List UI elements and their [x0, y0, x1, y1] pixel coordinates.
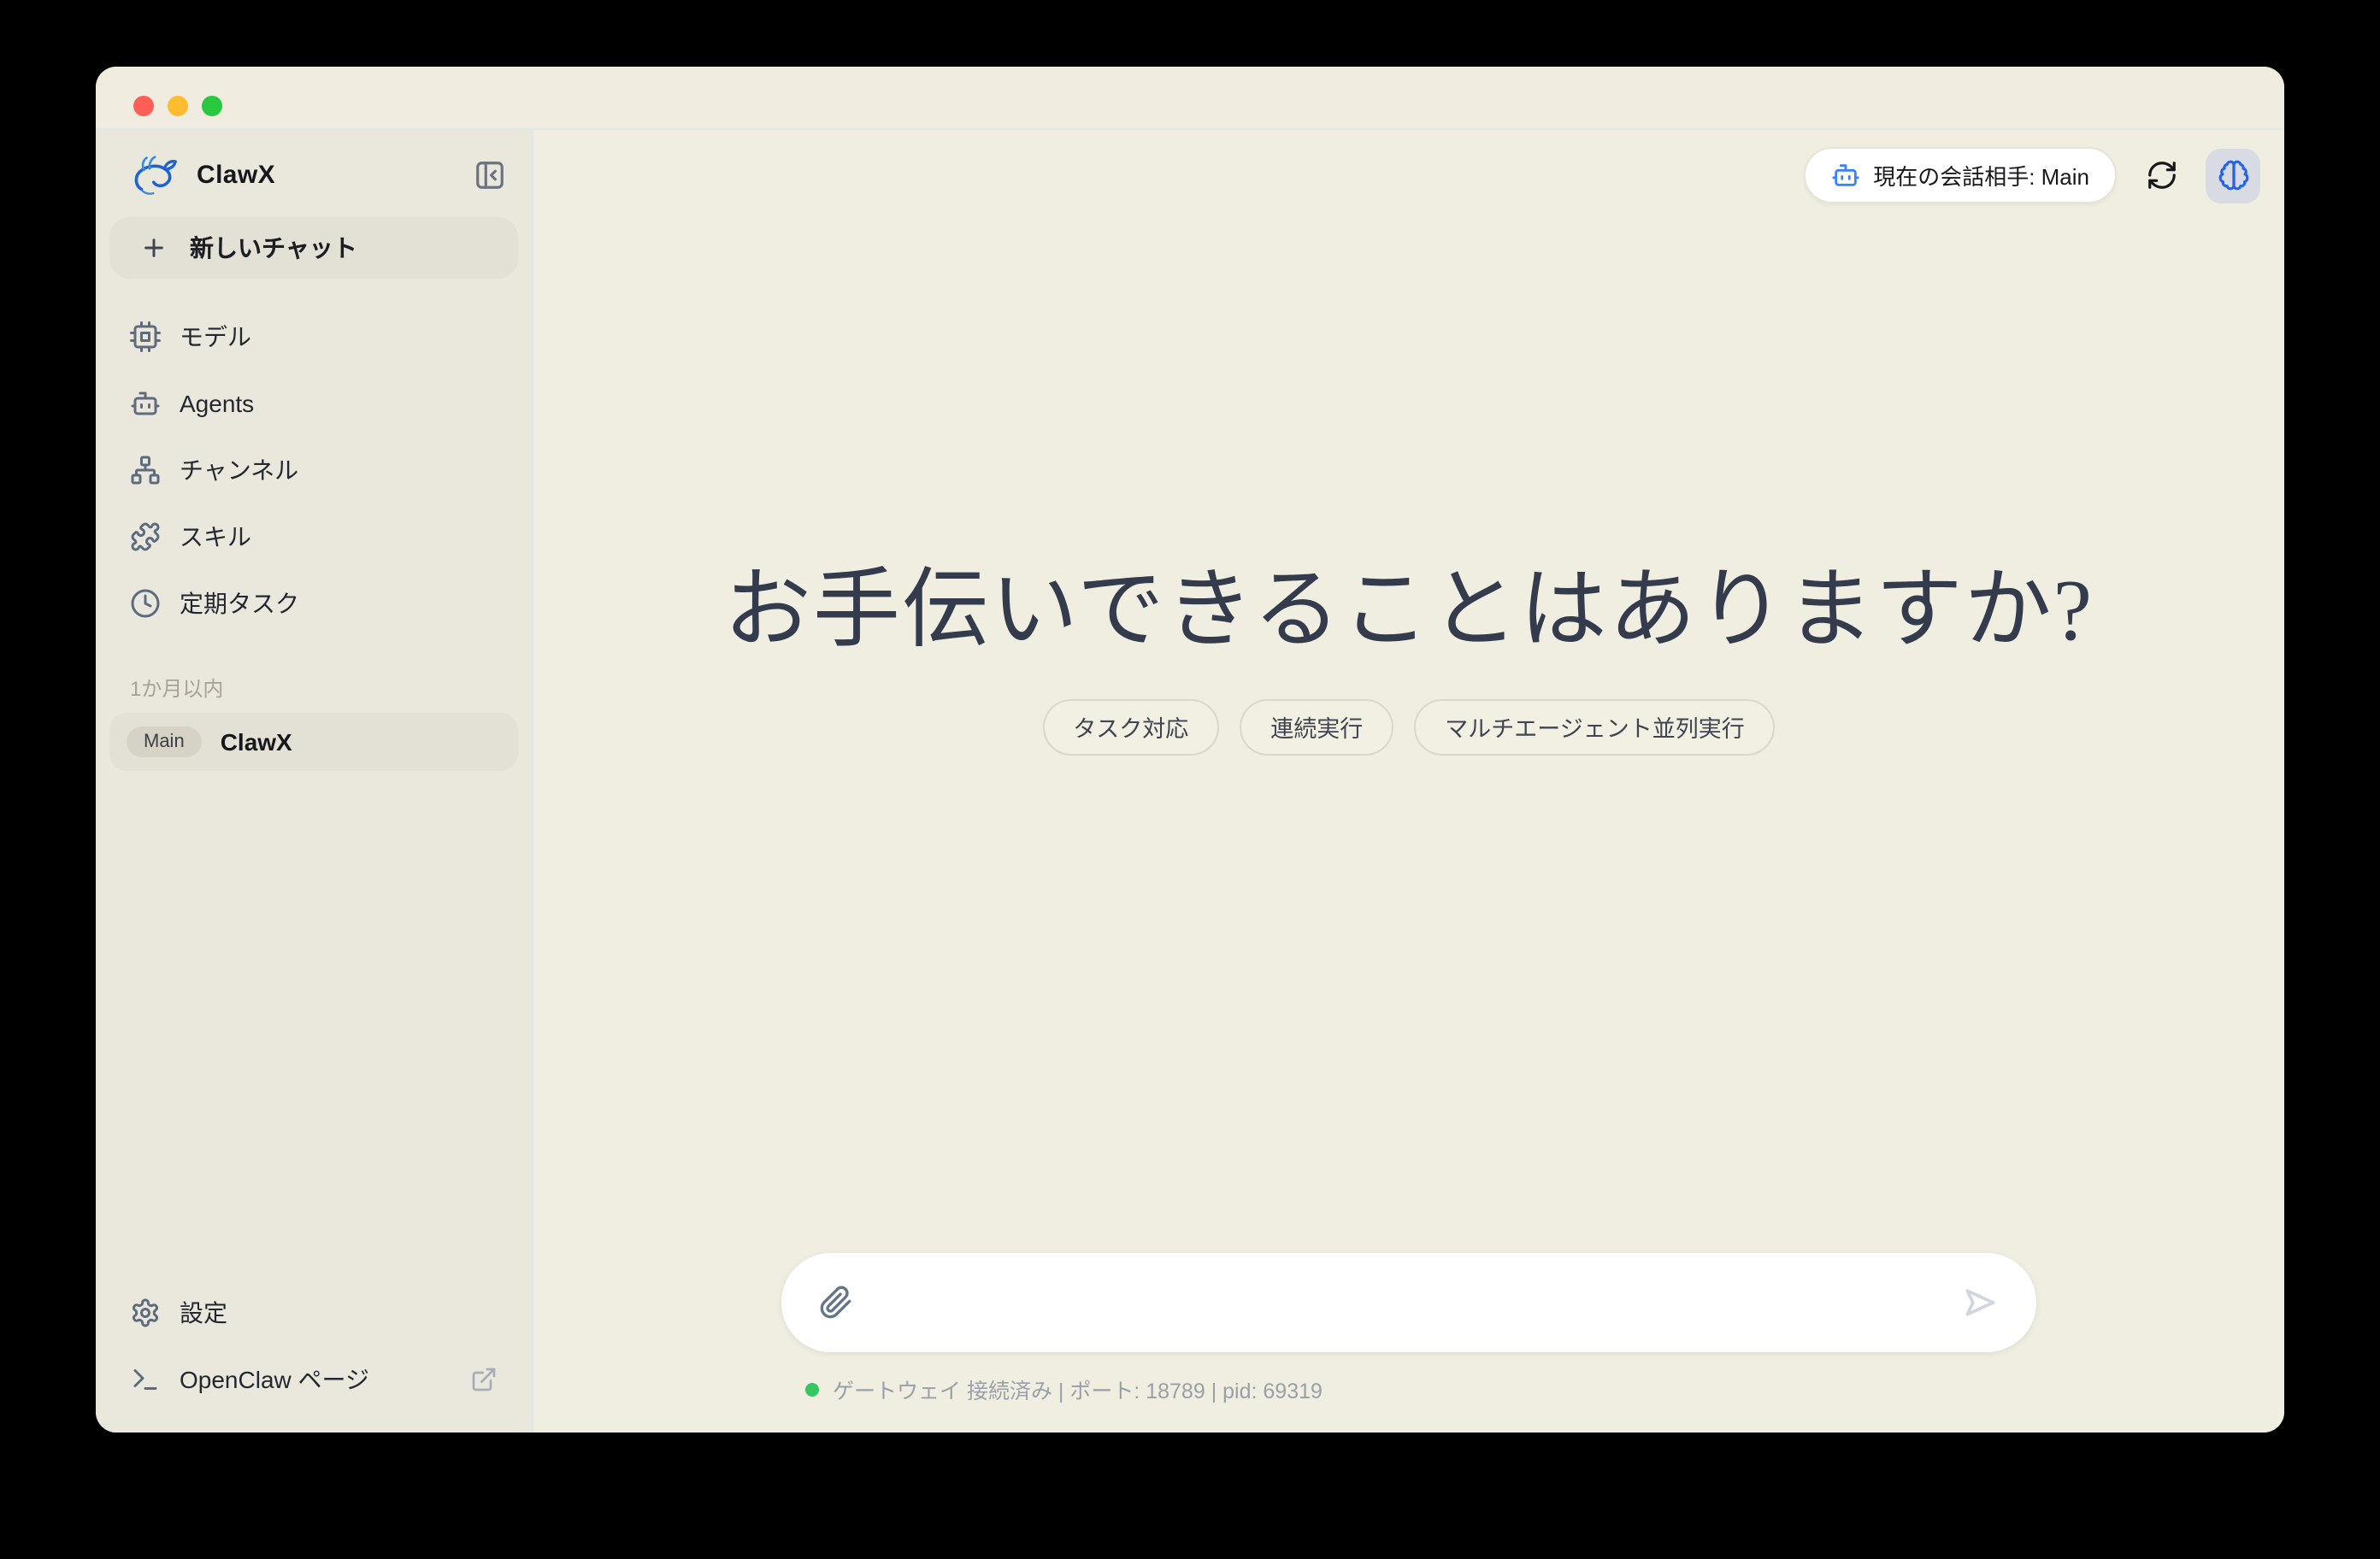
puzzle-icon [130, 521, 161, 551]
sidebar-item-label: Agents [180, 389, 254, 416]
sidebar-item-label: モデル [180, 319, 251, 353]
zoom-window-button[interactable] [202, 96, 222, 116]
network-icon [130, 454, 161, 485]
sidebar-item-agents[interactable]: Agents [109, 369, 518, 436]
agent-badge: Main [127, 727, 202, 757]
current-conversation-badge[interactable]: 現在の会話相手: Main [1803, 147, 2117, 203]
send-button[interactable] [1958, 1280, 2002, 1325]
status-dot [805, 1382, 819, 1396]
sidebar-collapse-button[interactable] [470, 156, 508, 194]
new-chat-label: 新しいチャット [190, 231, 357, 265]
brain-icon [2217, 159, 2249, 191]
gateway-status: ゲートウェイ 接続済み | ポート: 18789 | pid: 69319 [781, 1373, 2036, 1405]
suggestion-pills: タスク対応 連続実行 マルチエージェント並列実行 [1042, 699, 1775, 756]
sidebar-item-settings[interactable]: 設定 [109, 1279, 518, 1345]
app-title: ClawX [197, 161, 455, 190]
desktop-background: ClawX 新しいチャット [0, 0, 2380, 1559]
chat-title: ClawX [221, 728, 292, 756]
minimize-window-button[interactable] [168, 96, 188, 116]
paperclip-icon [819, 1285, 853, 1320]
new-chat-button[interactable]: 新しいチャット [109, 217, 518, 279]
robot-icon [130, 387, 161, 418]
terminal-icon [130, 1363, 161, 1394]
sidebar-header: ClawX [109, 140, 518, 210]
conversation-label: 現在の会話相手: Main [1873, 159, 2089, 191]
cpu-icon [130, 321, 161, 351]
robot-icon [1830, 161, 1859, 190]
message-input[interactable] [877, 1289, 1937, 1316]
sidebar-item-models[interactable]: モデル [109, 303, 518, 369]
traffic-lights [133, 96, 222, 116]
sidebar-item-label: 設定 [180, 1295, 227, 1329]
status-text: ゲートウェイ 接続済み | ポート: 18789 | pid: 69319 [833, 1373, 1323, 1405]
sidebar-item-openclaw-page[interactable]: OpenClaw ページ [109, 1345, 518, 1412]
sidebar-nav: モデル Agents チャンネル [109, 303, 518, 636]
suggestion-multi-agent[interactable]: マルチエージェント並列実行 [1414, 699, 1775, 756]
plus-icon [140, 234, 168, 262]
main-content: 現在の会話相手: Main [533, 130, 2284, 1433]
close-window-button[interactable] [133, 96, 154, 116]
top-controls: 現在の会話相手: Main [1803, 147, 2260, 203]
lobster-logo-icon [130, 154, 181, 197]
send-icon [1961, 1284, 1999, 1321]
sidebar-item-label: チャンネル [180, 452, 298, 486]
suggestion-task-support[interactable]: タスク対応 [1042, 699, 1219, 756]
sidebar-bottom-nav: 設定 OpenClaw ページ [109, 1279, 518, 1419]
external-link-icon [470, 1365, 498, 1392]
page-title: お手伝いできることはありますか? [724, 554, 2094, 672]
sidebar-item-label: OpenClaw ページ [180, 1362, 369, 1396]
suggestion-continuous-run[interactable]: 連続実行 [1240, 699, 1393, 756]
gear-icon [130, 1297, 161, 1327]
sidebar-item-channels[interactable]: チャンネル [109, 436, 518, 503]
history-chat-item[interactable]: Main ClawX [109, 713, 518, 771]
history-section-label: 1か月以内 [109, 674, 518, 703]
sidebar-item-skills[interactable]: スキル [109, 503, 518, 569]
sidebar-spacer [109, 771, 518, 1279]
sidebar-item-label: スキル [180, 519, 251, 553]
brain-button[interactable] [2206, 148, 2260, 203]
message-composer[interactable] [781, 1253, 2036, 1352]
window-titlebar[interactable] [96, 67, 2284, 130]
sidebar: ClawX 新しいチャット [96, 130, 533, 1433]
sidebar-item-scheduled-tasks[interactable]: 定期タスク [109, 569, 518, 636]
sidebar-item-label: 定期タスク [180, 585, 299, 620]
app-window: ClawX 新しいチャット [96, 67, 2284, 1433]
refresh-icon [2145, 159, 2177, 191]
attach-file-button[interactable] [816, 1282, 857, 1323]
panel-collapse-icon [473, 159, 505, 191]
hero-section: お手伝いできることはありますか? タスク対応 連続実行 マルチエージェント並列実… [533, 554, 2284, 756]
composer-area: ゲートウェイ 接続済み | ポート: 18789 | pid: 69319 [781, 1253, 2036, 1405]
clock-icon [130, 587, 161, 618]
refresh-button[interactable] [2134, 148, 2189, 203]
